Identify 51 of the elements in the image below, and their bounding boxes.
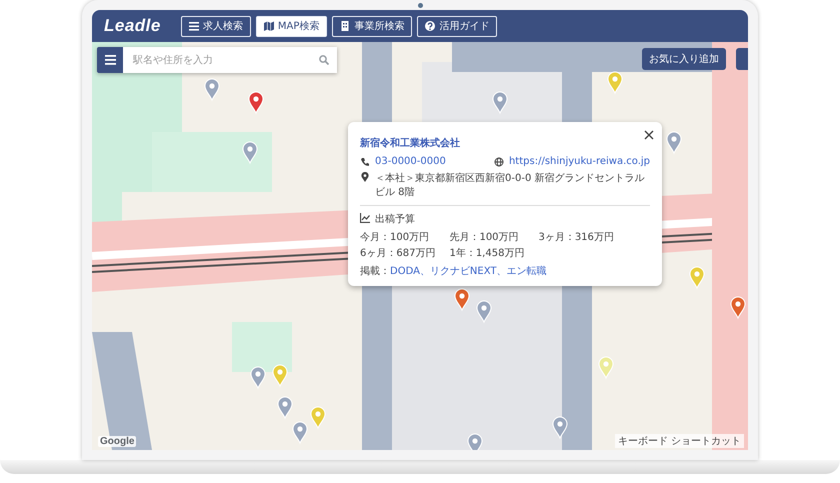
budget-value: 今月：100万円 xyxy=(360,231,430,244)
close-icon xyxy=(644,130,654,140)
globe-icon xyxy=(494,157,504,167)
nav-tab[interactable]: MAP検索 xyxy=(256,16,328,36)
search-field[interactable]: 駅名や住所を入力 xyxy=(123,47,337,73)
line-chart-icon xyxy=(360,213,370,223)
nav-tab[interactable]: 事業所検索 xyxy=(332,16,412,36)
budget-value: 6ヶ月：687万円 xyxy=(360,247,436,260)
location-pin-icon xyxy=(360,172,370,182)
search-icon xyxy=(319,55,329,65)
budget-value: 先月：100万円 xyxy=(449,230,520,244)
map-pin-icon[interactable] xyxy=(666,132,682,154)
nav-tab[interactable]: 活用ガイド xyxy=(417,16,498,36)
budget-value: 3ヶ月：316万円 xyxy=(538,231,614,244)
map-pin-icon[interactable] xyxy=(242,142,258,164)
favorite-button[interactable]: お気に入り追加 xyxy=(642,48,726,70)
building-icon xyxy=(340,21,350,31)
map-pin-icon[interactable] xyxy=(476,300,492,322)
map-pin-icon[interactable] xyxy=(278,396,292,418)
budget-title: 出稿予算 xyxy=(375,212,415,226)
map-pin-icon[interactable] xyxy=(204,78,220,100)
map-pin-icon[interactable] xyxy=(248,92,264,114)
camera-icon xyxy=(418,2,422,8)
map-pin-icon[interactable] xyxy=(250,366,266,388)
list-icon xyxy=(188,21,199,31)
map-icon xyxy=(264,21,274,31)
website-link[interactable]: https://shinjyuku-reiwa.co.jp xyxy=(508,156,650,167)
keyboard-shortcuts-link[interactable]: キーボード ショートカット xyxy=(614,434,744,448)
park-area xyxy=(232,322,292,372)
menu-button[interactable] xyxy=(97,47,123,73)
map-pin-icon[interactable] xyxy=(454,288,470,310)
help-icon xyxy=(425,21,436,31)
company-name[interactable]: 新宿令和工業株式会社 xyxy=(360,136,650,150)
map-pin-icon[interactable] xyxy=(468,434,482,450)
side-tab[interactable] xyxy=(736,48,748,70)
budget-value: 1年：1,458万円 xyxy=(449,247,524,260)
listing-sites-link[interactable]: DODA、リクナビNEXT、エン転職 xyxy=(390,264,547,278)
map-pin-icon[interactable] xyxy=(730,296,746,318)
google-logo: Google xyxy=(98,436,136,447)
logo: Leadle xyxy=(104,16,161,36)
nav-tab[interactable]: 求人検索 xyxy=(180,16,251,36)
phone-link[interactable]: 03-0000-0000 xyxy=(375,156,446,167)
map-pin-icon[interactable] xyxy=(292,422,308,444)
address-text: ＜本社＞東京都新宿区西新宿0-0-0 新宿グランドセントラルビル 8階 xyxy=(375,172,646,199)
close-button[interactable] xyxy=(644,130,654,140)
phone-icon xyxy=(360,157,370,167)
map-pin-icon[interactable] xyxy=(492,92,508,114)
menu-icon xyxy=(104,55,116,65)
map-pin-icon[interactable] xyxy=(552,416,568,438)
search-input[interactable]: 駅名や住所を入力 xyxy=(131,54,319,66)
listing-label: 掲載： xyxy=(360,264,390,278)
